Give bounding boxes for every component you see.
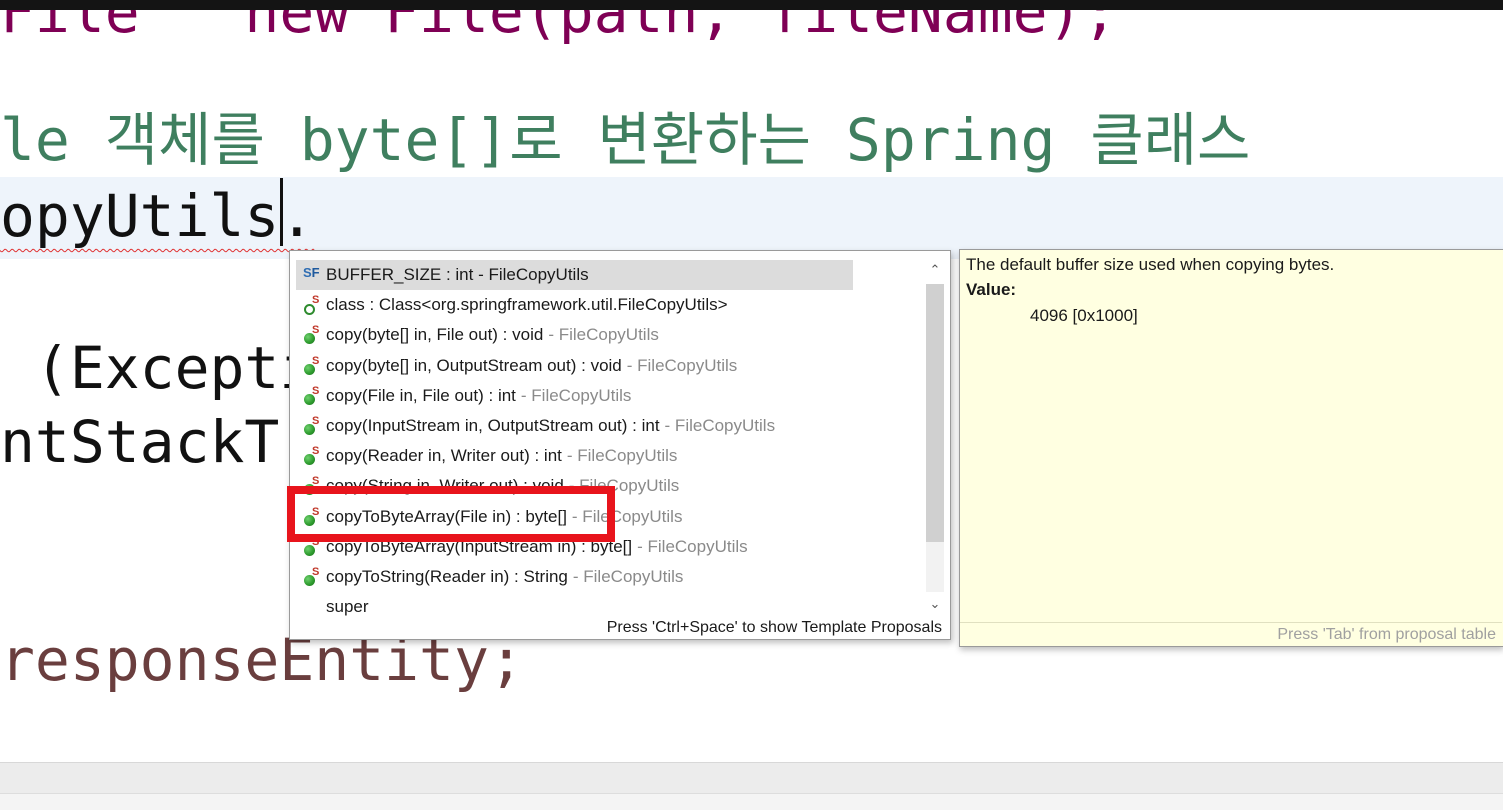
proposal-label: copy(byte[] in, File out) : void <box>326 325 544 345</box>
code-current-line[interactable]: opyUtils. <box>0 184 314 248</box>
proposal-label: copy(byte[] in, OutputStream out) : void <box>326 355 622 375</box>
doc-tab-hint: Press 'Tab' from proposal table <box>960 622 1502 646</box>
proposal-item[interactable]: ScopyToString(Reader in) : String - FileC… <box>296 562 926 592</box>
proposal-item[interactable]: SF BUFFER_SIZE : int - FileCopyUtils <box>296 260 853 291</box>
scroll-up-arrow-icon[interactable]: ⌃ <box>926 262 944 280</box>
scroll-down-arrow-icon[interactable]: ⌄ <box>926 596 944 614</box>
static-method-icon: S <box>302 324 324 346</box>
static-method-icon: S <box>302 445 324 467</box>
doc-description: The default buffer size used when copyin… <box>966 255 1335 274</box>
proposal-label: copy(File in, File out) : int <box>326 385 516 405</box>
annotation-highlight-box <box>287 486 615 542</box>
proposal-label: class : Class<org.springframework.util.F… <box>326 295 728 315</box>
proposal-item[interactable]: Scopy(InputStream in, OutputStream out) … <box>296 411 926 441</box>
proposal-scrollbar[interactable]: ⌃ ⌄ <box>926 262 944 614</box>
proposal-owner: - FileCopyUtils <box>548 325 659 345</box>
proposal-owner: - FileCopyUtils <box>626 355 738 375</box>
proposal-item[interactable]: Scopy(File in, File out) : int - FileCopy… <box>296 381 926 411</box>
documentation-popup: The default buffer size used when copyin… <box>959 249 1503 647</box>
doc-value: 4096 [0x1000] <box>1030 306 1138 325</box>
static-method-icon: S <box>302 385 324 407</box>
template-proposals-hint: Press 'Ctrl+Space' to show Template Prop… <box>606 619 942 636</box>
proposal-owner: - FileCopyUtils <box>572 566 684 586</box>
static-method-icon: S <box>302 355 324 377</box>
proposal-label: BUFFER_SIZE : int - FileCopyUtils <box>326 265 589 285</box>
static-method-icon: S <box>302 415 324 437</box>
scroll-thumb[interactable] <box>926 284 944 542</box>
proposal-item[interactable]: Sclass : Class<org.springframework.util.… <box>296 290 926 320</box>
static-final-field-icon: SF <box>303 265 320 281</box>
proposal-label: copy(InputStream in, OutputStream out) :… <box>326 416 660 436</box>
proposal-item[interactable]: Scopy(Reader in, Writer out) : int - File… <box>296 441 926 471</box>
proposal-item[interactable]: Scopy(byte[] in, OutputStream out) : voi… <box>296 351 926 381</box>
doc-value-label: Value: <box>966 280 1017 299</box>
scroll-track[interactable] <box>926 284 944 592</box>
proposal-label: copyToString(Reader in) : String <box>326 566 568 586</box>
top-bar <box>0 0 1503 10</box>
proposal-owner: - FileCopyUtils <box>637 536 748 556</box>
blank-icon <box>302 596 324 618</box>
error-squiggle-text: opyUtils. <box>0 182 315 250</box>
proposal-label: copy(Reader in, Writer out) : int <box>326 446 562 466</box>
content-assist-popup[interactable]: SF BUFFER_SIZE : int - FileCopyUtils Sclas… <box>289 250 951 640</box>
proposal-owner: - FileCopyUtils <box>566 446 678 466</box>
proposal-owner: - FileCopyUtils <box>664 416 776 436</box>
code-line-partial: File new File(path, fileName); <box>0 10 1118 46</box>
text-caret <box>280 178 283 246</box>
proposal-label: super <box>326 597 369 617</box>
class-literal-icon: S <box>302 294 324 316</box>
proposal-list[interactable]: SF BUFFER_SIZE : int - FileCopyUtils Sclas… <box>296 260 926 620</box>
bottom-panel-strip <box>0 762 1503 810</box>
status-bar <box>0 793 1503 810</box>
code-comment-line: le 객체를 byte[]로 변환하는 Spring 클래스 <box>0 106 1251 174</box>
proposal-owner: - FileCopyUtils <box>520 385 632 405</box>
proposal-item[interactable]: Scopy(byte[] in, File out) : void - FileC… <box>296 320 926 350</box>
static-method-icon: S <box>302 566 324 588</box>
